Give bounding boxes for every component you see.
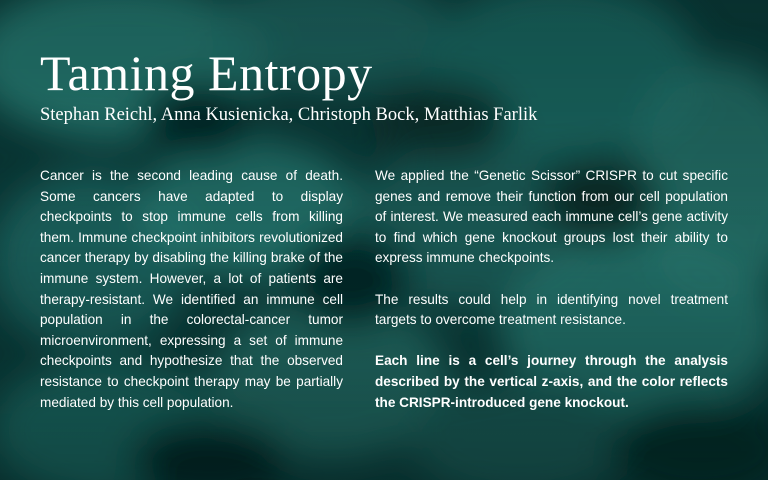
method-paragraph: We applied the “Genetic Scissor” CRISPR …: [375, 168, 728, 266]
figure-caption: Each line is a cell’s journey through th…: [375, 353, 728, 410]
intro-paragraph: Cancer is the second leading cause of de…: [40, 168, 343, 410]
results-paragraph: The results could help in identifying no…: [375, 291, 728, 328]
author-list: Stephan Reichl, Anna Kusienicka, Christo…: [40, 105, 538, 125]
right-text-column: We applied the “Genetic Scissor” CRISPR …: [375, 166, 728, 413]
left-text-column: Cancer is the second leading cause of de…: [40, 166, 343, 413]
poster-title: Taming Entropy: [40, 45, 373, 101]
